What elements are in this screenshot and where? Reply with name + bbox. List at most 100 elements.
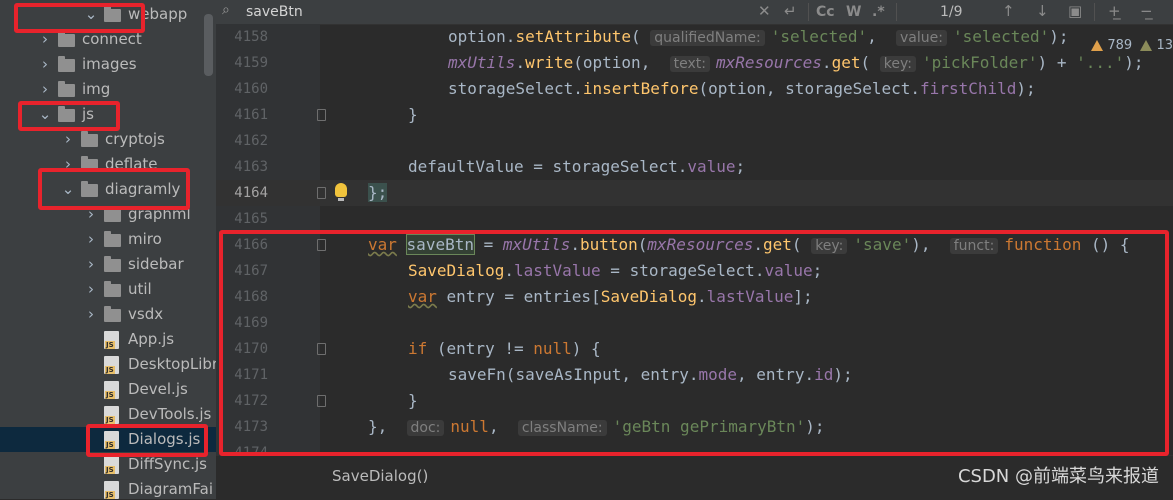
breadcrumb[interactable]: SaveDialog() — [332, 462, 428, 490]
fold-marker-icon[interactable] — [317, 109, 326, 121]
code-line: 4158 option.setAttribute( qualifiedName:… — [216, 24, 1173, 50]
js-file-icon — [104, 406, 119, 424]
divider — [808, 3, 809, 21]
next-occurrence-icon[interactable]: ↓ — [1036, 2, 1049, 20]
tree-item-label: Devel.js — [128, 380, 188, 398]
folder-icon — [104, 231, 121, 247]
weak-warning-icon — [1140, 40, 1153, 51]
js-file-icon — [104, 456, 119, 474]
line-number: 4165 — [234, 211, 268, 227]
chevron-right-icon[interactable]: › — [38, 52, 52, 77]
identifier: mxResources — [715, 53, 822, 72]
identifier: option — [582, 53, 641, 72]
annotation-box — [219, 230, 1169, 456]
code-text: defaultValue = storageSelect.value; — [408, 157, 746, 176]
watermark: CSDN @前端菜鸟来报道 — [957, 466, 1159, 487]
tree-file-DesktopLibr[interactable]: DesktopLibr — [0, 352, 216, 377]
property-name: firstChild — [920, 79, 1017, 98]
tree-folder-img[interactable]: › img — [0, 77, 216, 102]
code-line: 4165 — [216, 206, 1173, 232]
method-name: insertBefore — [582, 79, 699, 98]
line-number: 4158 — [234, 29, 268, 45]
tree-file-App.js[interactable]: App.js — [0, 327, 216, 352]
divider — [896, 3, 897, 21]
chevron-right-icon[interactable]: › — [84, 302, 98, 327]
identifier: storageSelect — [552, 157, 678, 176]
method-name: setAttribute — [515, 27, 632, 46]
line-number: 4163 — [234, 159, 268, 175]
string-literal: 'pickFolder' — [921, 53, 1038, 72]
fold-marker-icon[interactable] — [317, 187, 326, 199]
code-line: 4159 mxUtils.write(option, text: mxResour… — [216, 50, 1173, 76]
breadcrumb-bar: SaveDialog() CSDN @前端菜鸟来报道 — [216, 455, 1173, 500]
parameter-hint: text: — [669, 56, 710, 72]
parameter-hint: key: — [879, 56, 916, 72]
tree-item-label: images — [82, 55, 137, 73]
annotation-box — [86, 424, 208, 457]
tree-folder-sidebar[interactable]: › sidebar — [0, 252, 216, 277]
match-count: 1/9 — [940, 4, 963, 20]
previous-occurrence-icon[interactable]: ↑ — [1002, 2, 1015, 20]
string-literal: 'selected' — [770, 27, 868, 46]
js-file-icon — [104, 356, 119, 374]
code-text: }; — [368, 180, 388, 206]
code-text: } — [408, 105, 418, 124]
folder-icon — [58, 31, 75, 47]
select-all-occurrences-icon[interactable]: ▣ — [1068, 2, 1082, 20]
tree-file-DiagramFai[interactable]: DiagramFai — [0, 477, 216, 499]
chevron-right-icon[interactable]: › — [84, 252, 98, 277]
code-line: 4160 storageSelect.insertBefore(option, … — [216, 76, 1173, 102]
tree-folder-util[interactable]: › util — [0, 277, 216, 302]
tree-item-label: sidebar — [128, 255, 184, 273]
method-name: write — [525, 53, 574, 72]
tree-folder-vsdx[interactable]: › vsdx — [0, 302, 216, 327]
chevron-right-icon[interactable]: › — [84, 277, 98, 302]
code-line-current: 4164 }; — [216, 180, 1173, 206]
tree-scrollbar[interactable] — [204, 14, 213, 76]
identifier: storageSelect — [448, 79, 574, 98]
intention-bulb-icon[interactable] — [335, 183, 347, 201]
folder-icon — [58, 56, 75, 72]
js-file-icon — [104, 481, 119, 499]
line-number: 4161 — [234, 107, 268, 123]
tree-folder-miro[interactable]: › miro — [0, 227, 216, 252]
string-literal: 'selected' — [952, 27, 1050, 46]
annotation-box — [38, 168, 190, 210]
warning-count: 789 — [1107, 38, 1133, 53]
new-line-icon[interactable]: ↵ — [784, 2, 797, 20]
whole-words-toggle[interactable]: W — [846, 0, 861, 24]
line-number: 4162 — [234, 133, 268, 149]
add-occurrence-icon[interactable]: +̲ — [1108, 2, 1121, 20]
close-icon[interactable]: ✕ — [758, 2, 771, 20]
find-bar: ⌕ saveBtn ✕ ↵ Cc W .* 1/9 ↑ ↓ ▣ +̲ −̲ — [216, 0, 1173, 25]
divider — [1094, 3, 1095, 21]
chevron-right-icon[interactable]: › — [84, 227, 98, 252]
brace-match: }; — [368, 183, 388, 202]
search-input[interactable]: saveBtn — [246, 0, 303, 24]
folder-icon — [104, 306, 121, 322]
parameter-hint: value: — [896, 30, 947, 46]
identifier: storageSelect — [785, 79, 911, 98]
remove-occurrence-icon[interactable]: −̲ — [1140, 2, 1153, 20]
js-file-icon — [104, 331, 119, 349]
match-case-toggle[interactable]: Cc — [816, 0, 835, 24]
folder-icon — [104, 206, 121, 222]
inspection-widget[interactable]: 789 13 — [1091, 36, 1173, 56]
code-line: 4162 — [216, 128, 1173, 154]
code-line: 4163 defaultValue = storageSelect.value; — [216, 154, 1173, 180]
line-number: 4159 — [234, 55, 268, 71]
folder-icon — [58, 81, 75, 97]
tree-item-label: util — [128, 280, 152, 298]
tree-file-Devel.js[interactable]: Devel.js — [0, 377, 216, 402]
tree-item-label: miro — [128, 230, 162, 248]
identifier: option — [448, 27, 506, 46]
line-number: 4160 — [234, 81, 268, 97]
folder-icon — [81, 131, 98, 147]
tree-folder-images[interactable]: › images — [0, 52, 216, 77]
tree-item-label: img — [82, 80, 111, 98]
chevron-right-icon[interactable]: › — [38, 77, 52, 102]
regex-toggle[interactable]: .* — [872, 0, 885, 24]
folder-icon — [104, 281, 121, 297]
search-icon[interactable]: ⌕ — [222, 2, 230, 18]
js-file-icon — [104, 381, 119, 399]
